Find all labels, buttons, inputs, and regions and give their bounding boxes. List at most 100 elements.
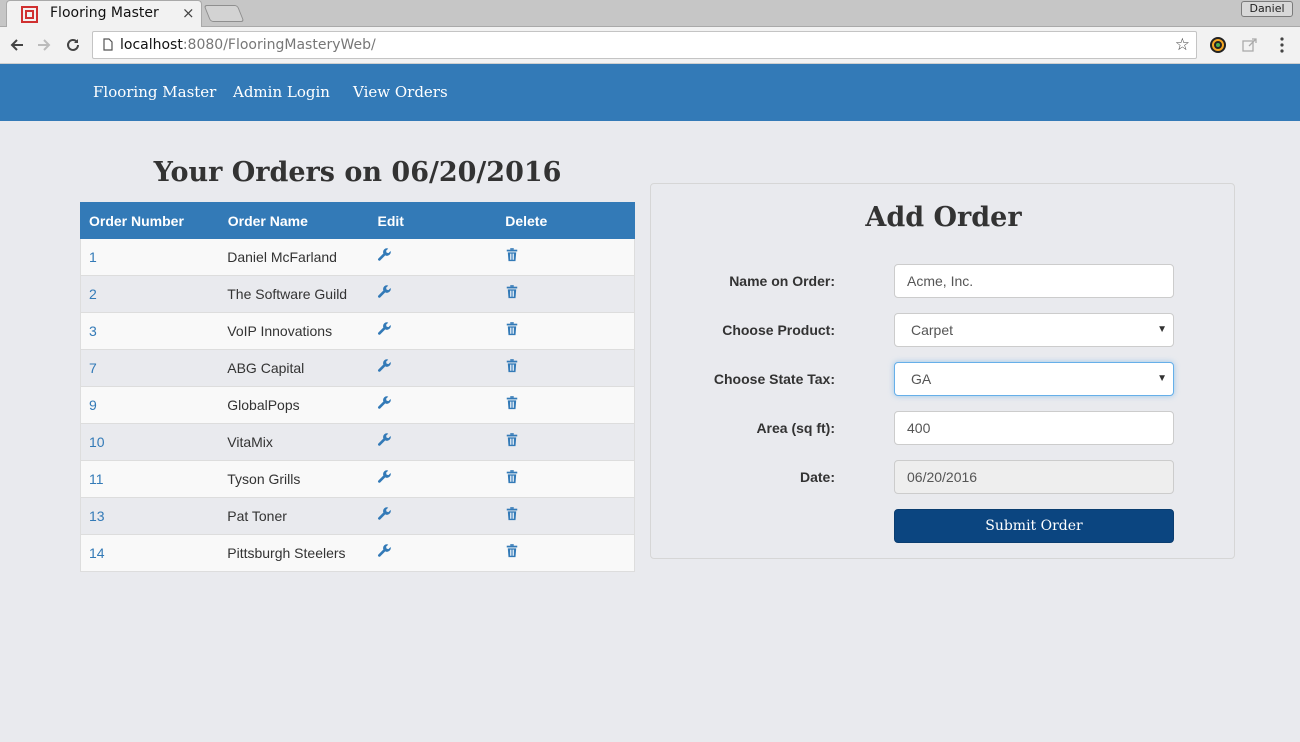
trash-icon[interactable] (505, 247, 521, 263)
trash-icon[interactable] (505, 321, 521, 337)
reload-icon[interactable] (62, 34, 84, 56)
wrench-icon[interactable] (377, 395, 393, 411)
share-extension-icon[interactable] (1241, 36, 1259, 54)
trash-icon[interactable] (505, 358, 521, 374)
profile-button[interactable]: Daniel (1241, 1, 1293, 17)
browser-tab[interactable]: Flooring Master × (6, 0, 202, 27)
order-number-link[interactable]: 9 (89, 397, 97, 413)
state-tax-select[interactable]: GA ▼ (894, 362, 1174, 396)
delete-cell (496, 386, 635, 424)
table-row: 11 Tyson Grills (80, 460, 635, 498)
edit-cell (369, 312, 497, 350)
column-header: Delete (496, 202, 635, 239)
wrench-icon[interactable] (377, 358, 393, 374)
order-name-cell: Pittsburgh Steelers (219, 534, 370, 572)
submit-order-button[interactable]: Submit Order (894, 509, 1174, 543)
tab-close-icon[interactable]: × (182, 4, 195, 22)
product-select[interactable]: Carpet ▼ (894, 313, 1174, 347)
site-favicon-icon (21, 6, 38, 23)
delete-cell (496, 275, 635, 313)
order-number-link[interactable]: 7 (89, 360, 97, 376)
edit-cell (369, 275, 497, 313)
order-number-link[interactable]: 13 (89, 508, 105, 524)
table-row: 13 Pat Toner (80, 497, 635, 535)
wrench-icon[interactable] (377, 469, 393, 485)
column-header: Order Number (80, 202, 220, 239)
order-number-link[interactable]: 1 (89, 249, 97, 265)
order-number-cell: 11 (80, 460, 220, 498)
page-icon (103, 38, 113, 51)
order-number-link[interactable]: 3 (89, 323, 97, 339)
order-number-cell: 14 (80, 534, 220, 572)
edit-cell (369, 423, 497, 461)
new-tab-button[interactable] (203, 5, 245, 22)
back-arrow-icon[interactable] (6, 34, 28, 56)
nav-brand-link[interactable]: Flooring Master (93, 83, 216, 101)
delete-cell (496, 460, 635, 498)
chevron-down-icon: ▼ (1157, 324, 1167, 335)
order-number-cell: 10 (80, 423, 220, 461)
wrench-icon[interactable] (377, 543, 393, 559)
name-field[interactable]: Acme, Inc. (894, 264, 1174, 298)
wrench-icon[interactable] (377, 284, 393, 300)
browser-toolbar: localhost:8080/FlooringMasteryWeb/ ☆ (0, 27, 1300, 64)
order-number-cell: 1 (80, 238, 220, 276)
date-label: Date: (799, 469, 835, 485)
delete-cell (496, 423, 635, 461)
order-number-cell: 7 (80, 349, 220, 387)
order-name-cell: Daniel McFarland (219, 238, 370, 276)
nav-admin-login-link[interactable]: Admin Login (233, 83, 330, 101)
order-name-cell: Pat Toner (219, 497, 370, 535)
column-header: Order Name (218, 202, 370, 239)
edit-cell (369, 386, 497, 424)
order-name-cell: VitaMix (219, 423, 370, 461)
extension-icon[interactable] (1209, 36, 1227, 54)
wrench-icon[interactable] (377, 432, 393, 448)
menu-dots-icon[interactable] (1273, 36, 1291, 54)
product-selected-value: Carpet (911, 322, 954, 338)
date-field: 06/20/2016 (894, 460, 1174, 494)
orders-title: Your Orders on 06/20/2016 (153, 157, 562, 188)
edit-cell (369, 497, 497, 535)
url-text: localhost:8080/FlooringMasteryWeb/ (120, 37, 376, 53)
order-number-cell: 3 (80, 312, 220, 350)
trash-icon[interactable] (505, 395, 521, 411)
table-row: 10 VitaMix (80, 423, 635, 461)
order-name-cell: Tyson Grills (219, 460, 370, 498)
order-number-link[interactable]: 10 (89, 434, 105, 450)
area-field[interactable]: 400 (894, 411, 1174, 445)
table-row: 3 VoIP Innovations (80, 312, 635, 350)
product-label: Choose Product: (722, 322, 835, 338)
address-bar[interactable]: localhost:8080/FlooringMasteryWeb/ ☆ (92, 31, 1197, 59)
table-row: 2 The Software Guild (80, 275, 635, 313)
order-number-link[interactable]: 11 (89, 471, 104, 487)
state-tax-label: Choose State Tax: (713, 371, 835, 387)
trash-icon[interactable] (505, 284, 521, 300)
wrench-icon[interactable] (377, 247, 393, 263)
wrench-icon[interactable] (377, 506, 393, 522)
browser-tab-strip: Flooring Master × Daniel (0, 0, 1300, 27)
site-navbar: Flooring Master Admin Login View Orders (0, 64, 1300, 121)
order-number-link[interactable]: 14 (89, 545, 105, 561)
name-label: Name on Order: (729, 273, 835, 289)
orders-table: Order Number Order Name Edit Delete 1 Dan… (80, 202, 635, 572)
order-number-link[interactable]: 2 (89, 286, 97, 302)
table-row: 14 Pittsburgh Steelers (80, 534, 635, 572)
forward-arrow-icon[interactable] (33, 34, 55, 56)
nav-view-orders-link[interactable]: View Orders (353, 83, 448, 101)
tab-title: Flooring Master (50, 5, 159, 21)
bookmark-star-icon[interactable]: ☆ (1175, 35, 1190, 55)
order-number-cell: 13 (80, 497, 220, 535)
chevron-down-icon: ▼ (1157, 373, 1167, 384)
wrench-icon[interactable] (377, 321, 393, 337)
order-name-cell: GlobalPops (219, 386, 370, 424)
trash-icon[interactable] (505, 432, 521, 448)
column-header: Edit (368, 202, 498, 239)
order-number-cell: 2 (80, 275, 220, 313)
trash-icon[interactable] (505, 543, 521, 559)
table-row: 1 Daniel McFarland (80, 238, 635, 276)
order-name-cell: ABG Capital (219, 349, 370, 387)
add-order-title: Add Order (865, 202, 1022, 233)
trash-icon[interactable] (505, 469, 521, 485)
trash-icon[interactable] (505, 506, 521, 522)
